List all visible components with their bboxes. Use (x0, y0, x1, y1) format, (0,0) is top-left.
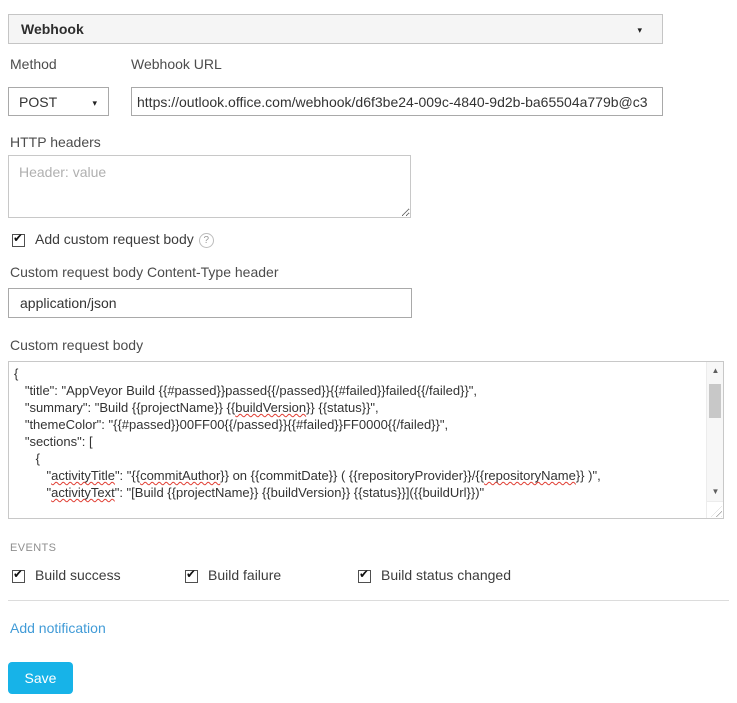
build-success-label: Build success (35, 567, 121, 583)
event-build-failure: Build failure (185, 567, 281, 583)
event-build-success: Build success (12, 567, 121, 583)
custom-body-text[interactable]: { "title": "AppVeyor Build {{#passed}}pa… (9, 362, 705, 518)
scroll-down-icon[interactable]: ▼ (707, 485, 724, 499)
resize-corner[interactable] (706, 501, 723, 518)
events-section-label: EVENTS (10, 542, 57, 554)
help-icon[interactable]: ? (198, 233, 214, 248)
build-failure-label: Build failure (208, 567, 282, 583)
event-build-status-changed: Build status changed (358, 567, 511, 583)
build-status-changed-label: Build status changed (381, 567, 511, 583)
method-select[interactable]: POST ▾ (8, 87, 109, 116)
http-headers-textarea[interactable] (8, 155, 411, 218)
scrollbar-thumb[interactable] (709, 384, 721, 418)
add-custom-body-label: Add custom request body (35, 231, 194, 247)
notification-type-select[interactable]: Webhook ▾ (8, 14, 663, 44)
notification-type-value: Webhook (21, 21, 84, 37)
scroll-up-icon[interactable]: ▲ (707, 364, 724, 378)
method-label: Method (10, 56, 57, 72)
webhook-notification-form: Webhook ▾ Method Webhook URL POST ▾ HTTP… (0, 0, 737, 703)
chevron-down-icon: ▾ (92, 98, 97, 108)
custom-body-label: Custom request body (10, 337, 144, 353)
http-headers-label: HTTP headers (10, 134, 101, 150)
save-button[interactable]: Save (8, 662, 73, 694)
add-custom-body-checkbox[interactable] (12, 231, 25, 247)
content-type-label: Custom request body Content-Type header (10, 264, 279, 280)
custom-body-editor[interactable]: { "title": "AppVeyor Build {{#passed}}pa… (8, 361, 724, 519)
build-status-changed-checkbox[interactable] (358, 567, 371, 583)
webhook-url-input[interactable] (131, 87, 663, 116)
custom-body-option-row: Add custom request body? (12, 231, 214, 248)
content-type-input[interactable] (8, 288, 412, 318)
build-success-checkbox[interactable] (12, 567, 25, 583)
build-failure-checkbox[interactable] (185, 567, 198, 583)
add-notification-link[interactable]: Add notification (10, 620, 106, 636)
webhook-url-label: Webhook URL (131, 56, 222, 72)
vertical-scrollbar[interactable]: ▲ ▼ (706, 362, 723, 501)
resize-grip-icon (711, 506, 722, 517)
divider (8, 600, 729, 601)
chevron-down-icon: ▾ (637, 25, 642, 35)
method-value: POST (19, 93, 58, 110)
